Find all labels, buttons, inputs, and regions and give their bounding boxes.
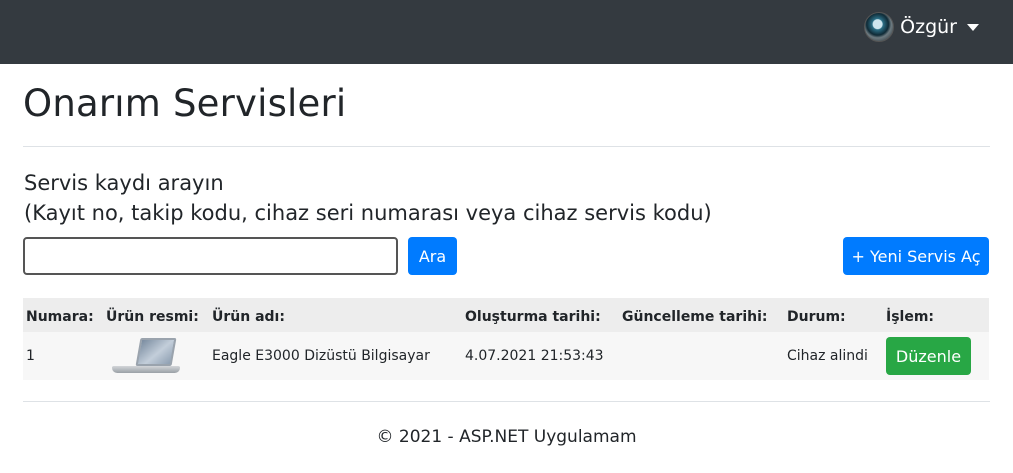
caret-down-icon <box>967 23 979 31</box>
divider <box>23 146 990 147</box>
laptop-image <box>112 336 182 376</box>
column-header-action: İşlem: <box>886 309 935 325</box>
page-title: Onarım Servisleri <box>23 82 347 125</box>
table-header-row: Numara: Ürün resmi: Ürün adı: Oluşturma … <box>23 298 989 332</box>
column-header-image: Ürün resmi: <box>106 309 199 325</box>
column-header-status: Durum: <box>787 309 846 325</box>
column-header-product-name: Ürün adı: <box>212 309 285 325</box>
cell-created: 4.07.2021 21:53:43 <box>465 348 604 364</box>
cell-updated <box>619 332 784 380</box>
cell-number: 1 <box>26 348 35 364</box>
search-input[interactable] <box>23 237 398 275</box>
column-header-created: Oluşturma tarihi: <box>465 309 601 325</box>
cell-image <box>103 332 209 380</box>
search-label: Servis kaydı arayın <box>24 171 224 195</box>
footer-text: © 2021 - ASP.NET Uygulamam <box>376 427 637 447</box>
edit-button[interactable]: Düzenle <box>886 337 971 375</box>
column-header-updated: Güncelleme tarihi: <box>622 309 768 325</box>
search-button[interactable]: Ara <box>408 237 457 275</box>
cell-action: Düzenle <box>883 332 989 380</box>
service-table: Numara: Ürün resmi: Ürün adı: Oluşturma … <box>23 298 989 380</box>
cell-status: Cihaz alindi <box>787 348 868 364</box>
footer-divider <box>23 401 990 402</box>
user-name: Özgür <box>900 16 957 38</box>
column-header-number: Numara: <box>26 309 94 325</box>
user-avatar <box>864 12 895 42</box>
cell-product-name: Eagle E3000 Dizüstü Bilgisayar <box>212 348 430 364</box>
search-hint: (Kayıt no, takip kodu, cihaz seri numara… <box>24 201 712 225</box>
new-service-button[interactable]: + Yeni Servis Aç <box>843 237 989 275</box>
top-navbar: Özgür <box>0 0 1013 64</box>
user-menu[interactable]: Özgür <box>864 12 979 42</box>
table-row: 1 Eagle E3000 Dizüstü Bilgisayar 4.07.20… <box>23 332 989 380</box>
